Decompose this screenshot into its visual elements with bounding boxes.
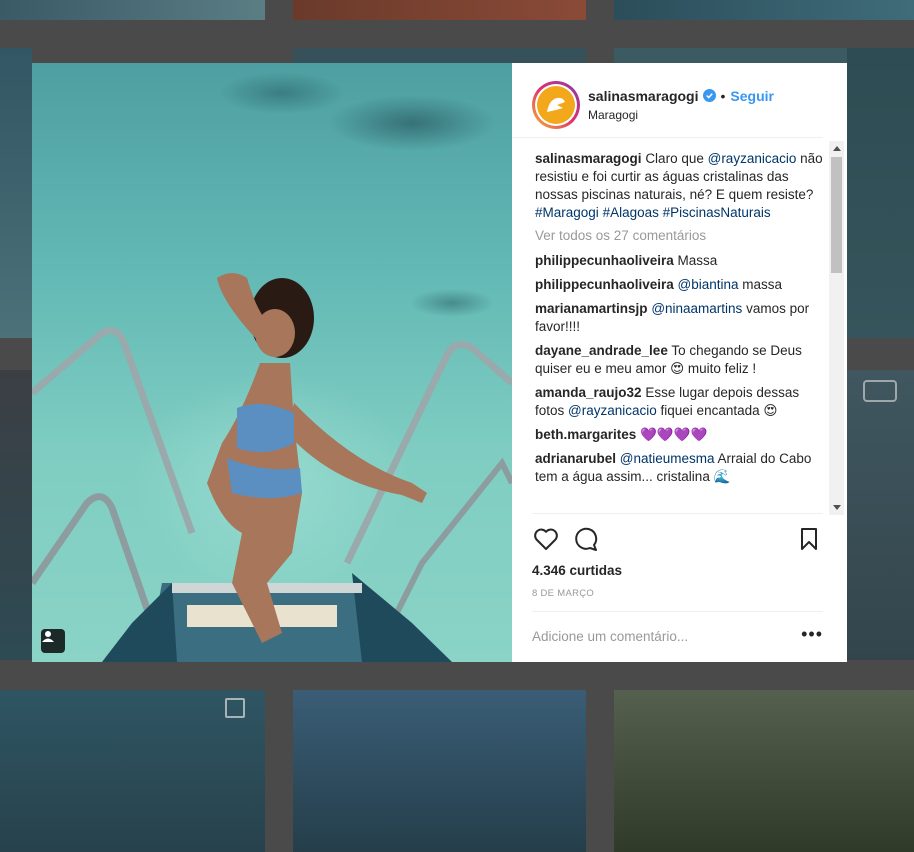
grid-post[interactable]: [0, 690, 265, 852]
comment-text: massa: [738, 276, 783, 292]
post-modal: salinasmaragogi • Seguir Maragogi salina…: [32, 63, 847, 662]
comment-username[interactable]: adrianarubel: [535, 451, 616, 466]
comment-username[interactable]: dayane_andrade_lee: [535, 343, 668, 358]
post-date[interactable]: 8 DE MARÇO: [532, 588, 823, 599]
grid-post[interactable]: [293, 0, 586, 20]
comment-username[interactable]: philippecunhaoliveira: [535, 253, 674, 268]
caption-mention[interactable]: @rayzanicacio: [708, 151, 797, 166]
comment-mention[interactable]: @biantina: [678, 277, 739, 292]
header-text: salinasmaragogi • Seguir Maragogi: [588, 88, 774, 122]
user-tag-icon[interactable]: [41, 629, 65, 653]
comment-item: beth.margarites 💜💜💜💜: [535, 426, 827, 444]
grid-post[interactable]: [0, 48, 32, 338]
post-actions: 4.346 curtidas 8 DE MARÇO: [532, 512, 823, 599]
follow-button[interactable]: Seguir: [730, 88, 774, 104]
add-comment-input[interactable]: [532, 629, 772, 645]
comment-item: philippecunhaoliveira @biantina massa: [535, 276, 827, 294]
multiple-photos-icon: [225, 698, 245, 718]
grid-post[interactable]: [614, 690, 914, 852]
comment-username[interactable]: philippecunhaoliveira: [535, 277, 674, 292]
scroll-down-arrow[interactable]: [833, 505, 841, 510]
comment-text: fiquei encantada 😍: [656, 402, 778, 418]
grid-post[interactable]: [614, 48, 847, 64]
likes-count[interactable]: 4.346 curtidas: [532, 563, 823, 578]
caption-text: Claro que: [645, 150, 708, 166]
comment-item: amanda_raujo32 Esse lugar depois dessas …: [535, 384, 827, 420]
bookmark-icon: [801, 527, 817, 550]
comment-item: adrianarubel @natieumesma Arraial do Cab…: [535, 450, 827, 486]
comment-text: 💜💜💜💜: [640, 426, 708, 442]
video-icon: [863, 380, 897, 402]
caption: salinasmaragogi Claro que @rayzanicacio …: [535, 150, 827, 222]
more-options-icon[interactable]: •••: [801, 625, 823, 645]
comments-scrollbar[interactable]: [829, 141, 844, 515]
post-sidebar: salinasmaragogi • Seguir Maragogi salina…: [512, 63, 847, 662]
grid-post[interactable]: [614, 0, 914, 20]
comment-username[interactable]: beth.margarites: [535, 427, 636, 442]
heart-icon: [534, 528, 558, 550]
grid-post[interactable]: [847, 48, 914, 338]
photo-scene: [32, 273, 512, 662]
post-header: salinasmaragogi • Seguir Maragogi: [512, 63, 823, 138]
comment-item: dayane_andrade_lee To chegando se Deus q…: [535, 342, 827, 378]
comment-username[interactable]: marianamartinsjp: [535, 301, 648, 316]
comment-mention[interactable]: @natieumesma: [620, 451, 715, 466]
comment-mention[interactable]: @ninaamartins: [651, 301, 742, 316]
comments-list[interactable]: salinasmaragogi Claro que @rayzanicacio …: [512, 138, 827, 513]
grid-post[interactable]: [293, 48, 586, 64]
comment-text: Massa: [677, 252, 718, 268]
username[interactable]: salinasmaragogi: [588, 88, 699, 104]
grid-post[interactable]: [0, 0, 265, 20]
grid-post[interactable]: [293, 690, 586, 852]
comment-button[interactable]: [572, 525, 600, 553]
grid-post[interactable]: [0, 370, 32, 660]
add-comment-bar: •••: [532, 610, 823, 662]
post-photo[interactable]: [32, 63, 512, 662]
comment-item: marianamartinsjp @ninaamartins vamos por…: [535, 300, 827, 336]
save-button[interactable]: [795, 525, 823, 553]
hashtag-link[interactable]: #PiscinasNaturais: [663, 205, 771, 220]
like-button[interactable]: [532, 525, 560, 553]
scroll-thumb[interactable]: [831, 157, 842, 273]
grid-post[interactable]: [847, 370, 914, 660]
caption-username[interactable]: salinasmaragogi: [535, 151, 642, 166]
comment-icon: [575, 527, 598, 551]
hashtag-link[interactable]: #Maragogi: [535, 205, 599, 220]
hashtag-link[interactable]: #Alagoas: [603, 205, 659, 220]
separator-dot: •: [720, 87, 726, 104]
comment-item: philippecunhaoliveira Massa: [535, 252, 827, 270]
comment-username[interactable]: amanda_raujo32: [535, 385, 642, 400]
verified-icon: [702, 89, 716, 103]
scroll-up-arrow[interactable]: [833, 146, 841, 151]
view-all-comments-link[interactable]: Ver todos os 27 comentários: [535, 228, 827, 243]
avatar[interactable]: [532, 80, 580, 129]
comment-mention[interactable]: @rayzanicacio: [568, 403, 657, 418]
location-link[interactable]: Maragogi: [588, 108, 774, 122]
